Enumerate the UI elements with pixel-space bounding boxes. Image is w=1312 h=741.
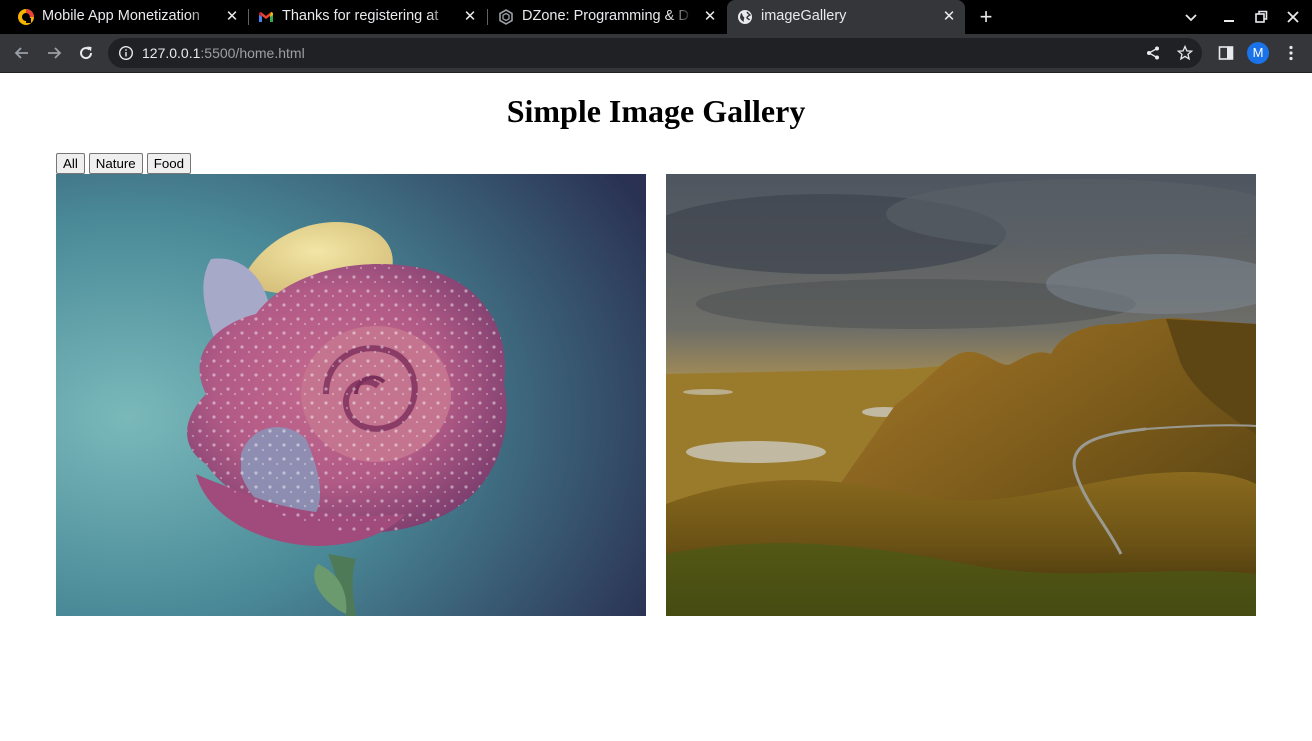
mountain-sunrise-landscape-photo[interactable] <box>666 174 1256 616</box>
filter-food-button[interactable]: Food <box>146 153 192 174</box>
close-icon[interactable]: ✕ <box>941 8 957 25</box>
globe-icon <box>738 10 752 24</box>
tab-title: Thanks for registering at <box>282 8 439 24</box>
share-icon[interactable] <box>1145 45 1161 61</box>
restore-icon[interactable] <box>1252 8 1270 26</box>
back-arrow-icon[interactable] <box>12 43 32 63</box>
tab-strip: Mobile App Monetization ✕ Thanks for reg… <box>0 0 1312 34</box>
url-host: 127.0.0.1 <box>142 45 201 61</box>
close-window-icon[interactable] <box>1284 8 1302 26</box>
filter-button-group: All Nature Food <box>56 153 192 174</box>
tab-title: DZone: Programming & D <box>522 8 689 24</box>
side-panel-icon[interactable] <box>1217 44 1235 62</box>
tab-mobile-app-monetization[interactable]: Mobile App Monetization ✕ <box>8 0 246 34</box>
landscape-image <box>666 174 1256 616</box>
chevron-down-icon[interactable] <box>1182 8 1200 26</box>
info-icon[interactable] <box>118 45 134 61</box>
bookmark-star-icon[interactable] <box>1177 45 1193 61</box>
close-icon[interactable]: ✕ <box>462 8 478 25</box>
web-page: Simple Image Gallery All Nature Food <box>0 73 1312 741</box>
profile-avatar[interactable]: M <box>1247 42 1269 64</box>
dzone-icon <box>499 9 513 25</box>
rose-with-water-drops-photo[interactable] <box>56 174 646 616</box>
filter-all-button[interactable]: All <box>56 153 85 174</box>
tab-title: imageGallery <box>761 8 847 24</box>
new-tab-plus-icon[interactable]: + <box>976 6 996 28</box>
browser-toolbar: 127.0.0.1:5500/home.html M <box>0 34 1312 72</box>
reload-icon[interactable] <box>76 43 96 63</box>
app-monetization-logo-icon <box>18 9 34 25</box>
tab-thanks-for-registering[interactable]: Thanks for registering at ✕ <box>248 0 486 34</box>
gmail-icon <box>259 12 273 22</box>
filter-nature-button[interactable]: Nature <box>88 153 143 174</box>
url-text: 127.0.0.1:5500/home.html <box>142 45 305 61</box>
forward-arrow-icon[interactable] <box>44 43 64 63</box>
tab-title: Mobile App Monetization <box>42 8 200 24</box>
close-icon[interactable]: ✕ <box>702 8 718 25</box>
tab-image-gallery[interactable]: imageGallery ✕ <box>727 0 965 34</box>
close-icon[interactable]: ✕ <box>224 8 240 25</box>
rose-image <box>56 174 646 616</box>
page-title: Simple Image Gallery <box>506 93 806 129</box>
url-path: :5500/home.html <box>200 45 305 61</box>
address-bar[interactable]: 127.0.0.1:5500/home.html <box>108 38 1202 68</box>
menu-kebab-icon[interactable] <box>1282 44 1300 62</box>
minimize-icon[interactable] <box>1220 8 1238 26</box>
tab-dzone[interactable]: DZone: Programming & D ✕ <box>488 0 726 34</box>
